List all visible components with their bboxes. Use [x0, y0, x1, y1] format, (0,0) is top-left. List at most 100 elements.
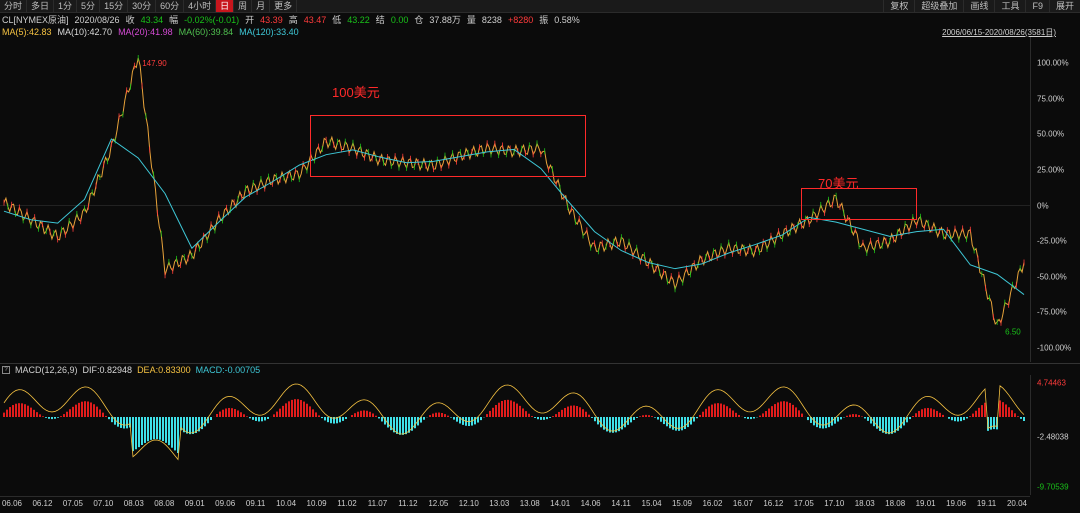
high-label: 高 — [288, 15, 298, 25]
macd-legend: ? MACD(12,26,9) DIF:0.82948 DEA:0.83300 … — [2, 365, 260, 375]
amp-label: 振 — [539, 15, 549, 25]
tab-4[interactable]: 15分 — [100, 0, 129, 12]
x-tick-label: 19.06 — [946, 499, 967, 508]
annotation-box-70 — [801, 188, 917, 220]
x-tick-label: 17.10 — [824, 499, 845, 508]
symbol: CL[NYMEX原油] — [2, 15, 69, 25]
x-tick-label: 07.10 — [93, 499, 114, 508]
macd-dif: DIF:0.82948 — [82, 365, 133, 375]
help-icon[interactable]: ? — [2, 366, 10, 374]
tab-10[interactable]: 月 — [252, 0, 271, 12]
pct-tick-label: 75.00% — [1037, 94, 1065, 104]
tab-2[interactable]: 1分 — [54, 0, 78, 12]
high-value: 43.47 — [303, 14, 327, 25]
x-tick-label: 09.01 — [184, 499, 205, 508]
x-tick-label: 14.11 — [611, 499, 631, 508]
x-tick-label: 12.05 — [428, 499, 449, 508]
time-axis: 06.06 06.12 07.05 07.10 08.03 08.08 09.01 09.06… — [0, 496, 1030, 513]
tab-7[interactable]: 4小时 — [184, 0, 217, 12]
toolbar-button-5[interactable]: 展开 — [1048, 0, 1080, 12]
volume-value: 8238 — [481, 14, 502, 25]
turnover-label: 结 — [375, 15, 385, 25]
x-tick-label: 14.06 — [580, 499, 601, 508]
change-label: 幅 — [169, 15, 179, 25]
x-tick-label: 11.02 — [337, 499, 357, 508]
tab-1[interactable]: 多日 — [27, 0, 55, 12]
position-value: 37.88万 — [429, 15, 461, 25]
ma-item-2: MA(20):41.98 — [118, 27, 173, 37]
open-value: 43.39 — [260, 14, 283, 25]
percent-axis: 100.00% 75.00% 50.00% 25.00% 0% -25.00% -50.00… — [1030, 37, 1080, 362]
x-tick-label: 20.04 — [1006, 499, 1028, 508]
x-tick-label: 19.01 — [915, 499, 936, 508]
x-tick-label: 06.12 — [32, 499, 53, 508]
x-tick-label: 08.08 — [154, 499, 175, 508]
x-tick-label: 15.04 — [641, 499, 662, 508]
tab-8[interactable]: 日 — [216, 0, 235, 12]
toolbar-button-1[interactable]: 超级叠加 — [914, 0, 963, 12]
ma-legend: MA(5):42.83 MA(10):42.70 MA(20):41.98 MA(60… — [2, 27, 299, 37]
macd-chart[interactable] — [0, 375, 1030, 495]
low-label: 低 — [332, 15, 342, 25]
x-tick-label: 14.01 — [550, 499, 571, 508]
x-tick-label: 09.11 — [245, 499, 266, 508]
volume-label: 量 — [466, 15, 476, 25]
pct-tick-label: -100.00% — [1037, 343, 1072, 353]
tab-3[interactable]: 5分 — [77, 0, 101, 12]
toolbar-button-0[interactable]: 复权 — [883, 0, 914, 12]
x-tick-label: 06.06 — [1, 499, 23, 508]
pct-tick-label: -50.00% — [1037, 272, 1067, 282]
low-value: 43.22 — [347, 14, 370, 25]
x-tick-label: 11.12 — [398, 499, 418, 508]
pct-tick-label: 25.00% — [1037, 165, 1065, 175]
x-tick-label: 10.04 — [276, 499, 297, 508]
pct-tick-label: -75.00% — [1037, 307, 1067, 317]
close-label: 收 — [125, 15, 135, 25]
x-tick-label: 15.09 — [671, 499, 693, 508]
macd-label: MACD(12,26,9) — [15, 365, 78, 375]
toolbar-button-4[interactable]: F9 — [1025, 0, 1049, 12]
pct-tick-label: -25.00% — [1037, 236, 1067, 246]
period-toolbar: 分时 多日 1分 5分 15分 30分 60分 4小时日周月更多 复权 超级叠加 画线 工具 F9 展开 — [0, 0, 1080, 13]
position-label: 仓 — [414, 15, 424, 25]
right-toolbar: 复权 超级叠加 画线 工具 F9 展开 — [883, 0, 1080, 12]
period-tabs: 分时 多日 1分 5分 15分 30分 60分 4小时日周月更多 — [0, 0, 298, 12]
change-value: -0.02%(-0.01) — [184, 14, 240, 25]
x-tick-label: 12.10 — [458, 499, 479, 508]
pct-tick-label: 50.00% — [1037, 129, 1065, 139]
macd-dea: DEA:0.83300 — [137, 365, 191, 375]
x-tick-label: 18.08 — [885, 499, 906, 508]
pct-tick-label: 0% — [1037, 201, 1049, 210]
high-price-label: 147.90 — [142, 59, 167, 68]
amp-value: 0.58% — [554, 14, 580, 25]
x-tick-label: 13.03 — [489, 499, 510, 508]
x-tick-label: 08.03 — [123, 499, 144, 508]
macd-tick-label: -9.70539 — [1037, 482, 1069, 492]
toolbar-button-2[interactable]: 画线 — [963, 0, 994, 12]
x-tick-label: 17.05 — [793, 499, 814, 508]
pct-tick-label: 100.00% — [1037, 58, 1069, 68]
ma-item-4: MA(120):33.40 — [239, 27, 299, 37]
ma-item-0: MA(5):42.83 — [2, 27, 52, 37]
x-tick-label: 13.08 — [519, 499, 540, 508]
tab-6[interactable]: 60分 — [156, 0, 185, 12]
x-tick-label: 11.07 — [367, 499, 388, 508]
ma-item-3: MA(60):39.84 — [178, 27, 234, 37]
tab-11[interactable]: 更多 — [270, 0, 298, 12]
low-price-label: 6.50 — [1005, 328, 1021, 337]
quote-date: 2020/08/26 — [74, 14, 120, 25]
panel-separator — [0, 363, 1080, 364]
toolbar-button-3[interactable]: 工具 — [994, 0, 1025, 12]
close-value: 43.34 — [140, 14, 164, 25]
open-label: 开 — [245, 15, 255, 25]
tab-9[interactable]: 周 — [234, 0, 253, 12]
x-tick-label: 19.11 — [976, 499, 997, 508]
macd-value: MACD:-0.00705 — [195, 365, 261, 375]
tab-5[interactable]: 30分 — [128, 0, 157, 12]
x-tick-label: 18.03 — [854, 499, 875, 508]
x-tick-label: 16.12 — [763, 499, 784, 508]
x-tick-label: 07.05 — [62, 499, 83, 508]
tab-0[interactable]: 分时 — [0, 0, 28, 12]
diff-value: +8280 — [507, 14, 534, 25]
x-tick-label: 16.02 — [702, 499, 723, 508]
